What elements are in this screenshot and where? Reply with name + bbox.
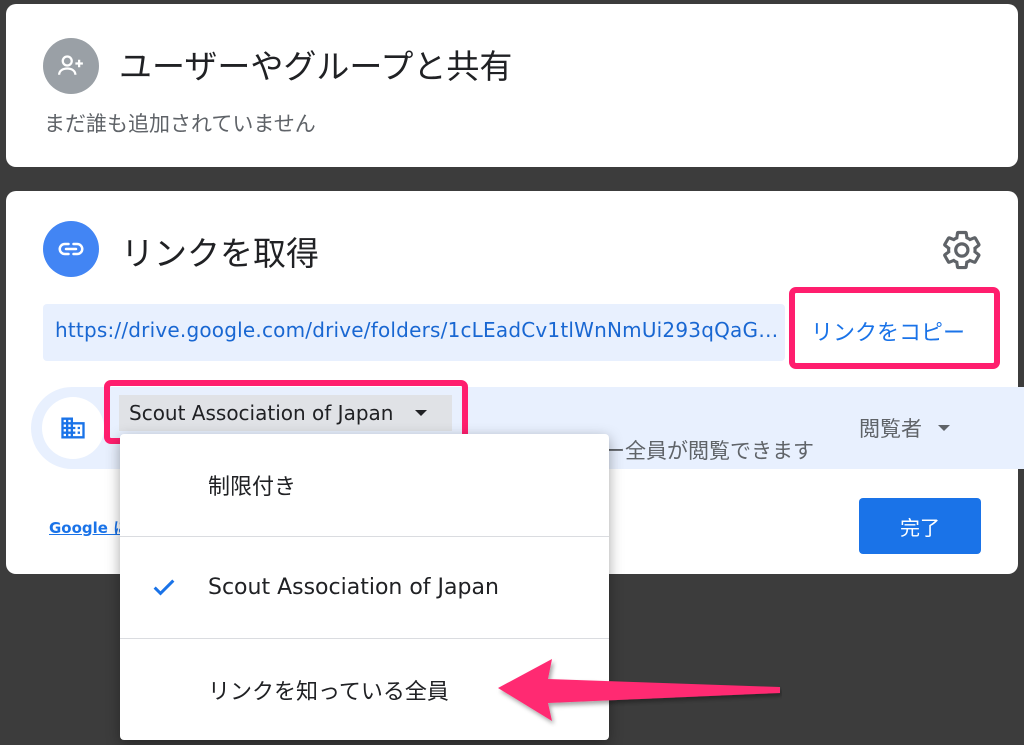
checkmark-icon [153, 579, 175, 596]
menu-item-label: リンクを知っている全員 [208, 679, 449, 705]
annotation-arrow-icon [498, 659, 780, 721]
menu-item-label: Scout Association of Japan [208, 575, 499, 600]
role-select[interactable]: 閲覧者 [859, 413, 950, 443]
org-select-label: Scout Association of Japan [129, 401, 394, 425]
link-url-box[interactable]: https://drive.google.com/drive/folders/1… [43, 304, 785, 361]
role-label: 閲覧者 [859, 417, 922, 441]
share-title: ユーザーやグループと共有 [119, 47, 513, 86]
link-url[interactable]: https://drive.google.com/drive/folders/1… [55, 318, 779, 342]
done-button[interactable]: 完了 [859, 498, 981, 554]
menu-item-label: 制限付き [208, 475, 297, 500]
person-add-icon [43, 38, 99, 94]
access-description: ー全員が閲覧できます [604, 439, 814, 463]
gear-icon[interactable] [941, 229, 983, 271]
menu-item-restricted[interactable]: 制限付き [120, 434, 609, 536]
menu-item-organization[interactable]: Scout Association of Japan [120, 536, 609, 638]
share-card: ユーザーやグループと共有 まだ誰も追加されていません [6, 4, 1018, 167]
link-icon [43, 221, 99, 277]
copy-link-button[interactable]: リンクをコピー [811, 315, 965, 347]
chevron-down-icon [415, 410, 428, 416]
chevron-down-icon [938, 425, 950, 431]
google-link[interactable]: Google に [49, 517, 128, 538]
share-subtitle: まだ誰も追加されていません [44, 112, 316, 136]
building-icon [42, 397, 104, 459]
link-title: リンクを取得 [121, 234, 319, 273]
org-select[interactable]: Scout Association of Japan [119, 395, 452, 431]
